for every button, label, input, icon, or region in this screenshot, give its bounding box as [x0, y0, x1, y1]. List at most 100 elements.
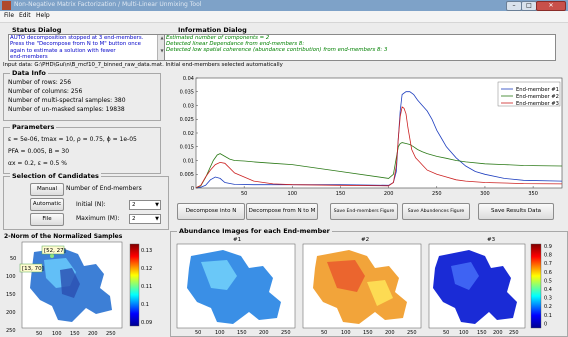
data-info-rows: Number of rows: 256: [8, 79, 72, 86]
norm-colorbar-ticks: 0.13 0.12 0.11 0.1 0.09: [141, 248, 152, 326]
chevron-down-icon: ▼: [155, 202, 159, 208]
initial-label: Initial (N):: [76, 201, 106, 208]
tick-label: 0.1: [141, 302, 149, 308]
tick-label: 0.9: [544, 244, 552, 250]
menu-file[interactable]: File: [4, 12, 14, 19]
save-results-data-button[interactable]: Save Results Data: [478, 203, 554, 220]
x-tick-label: 50: [241, 191, 247, 197]
tick-label: 200: [6, 310, 16, 316]
tick-label: 100: [459, 330, 469, 336]
decompose-n-to-m-button[interactable]: Decompose from N to M: [246, 203, 318, 220]
abundance-colorbar: [530, 243, 542, 329]
y-tick-label: 0.01: [183, 158, 194, 164]
tick-label: 0.7: [544, 261, 552, 267]
tick-label: 0.09: [141, 320, 152, 326]
file-button[interactable]: File: [30, 213, 64, 226]
tick-label: 250: [281, 330, 291, 336]
abundance-2-x-ticks: 50 100 150 200 250: [321, 330, 417, 336]
data-info-panel: Data Info Number of rows: 256 Number of …: [3, 69, 161, 121]
tick-label: 250: [509, 330, 519, 336]
tick-label: 0.13: [141, 248, 152, 254]
legend-entry: End-member #1: [516, 87, 559, 93]
info-line: Detected low spatial coherence (abundanc…: [166, 47, 388, 54]
status-line: end-members: [10, 54, 48, 61]
save-abundances-figure-button[interactable]: Save Abundences Figure: [402, 203, 470, 220]
status-dialog-text: AUTO decomposition stopped at 3 end-memb…: [8, 34, 166, 61]
y-tick-label: 0: [191, 186, 194, 192]
norm-image: [52, 27] [13, 70] 50 100 150 200 250 50 …: [6, 241, 152, 336]
close-button[interactable]: ✕: [536, 1, 566, 11]
maximum-label: Maximum (M):: [76, 215, 120, 222]
tick-label: 150: [70, 331, 80, 336]
abundance-colorbar-ticks: 0.9 0.8 0.7 0.6 0.5 0.4 0.3 0.2 0.1 0: [544, 244, 552, 327]
y-tick-label: 0.04: [183, 76, 194, 82]
abundance-title-2: #2: [361, 237, 369, 243]
menu-help[interactable]: Help: [36, 12, 50, 19]
parameters-line-2: PFA = 0.005, B = 30: [8, 148, 70, 155]
tick-label: 50: [443, 330, 449, 336]
candidates-title: Selection of Candidates: [10, 172, 101, 180]
norm-panel-title: 2-Norm of the Normalized Samples: [4, 233, 123, 240]
automatic-button[interactable]: Automatic: [30, 198, 64, 211]
input-data-label: Input data: G:\PHD\Gui\n\B_mcf10_7_binne…: [3, 62, 283, 68]
norm-colorbar: [129, 243, 140, 327]
endmember-spectra-chart: 0 0.005 0.01 0.015 0.02 0.025 0.03 0.035 0.04 50…: [180, 76, 563, 197]
maximum-select[interactable]: 2 ▼: [129, 214, 161, 224]
tick-label: 150: [237, 330, 247, 336]
data-info-samples: Number of multi-spectral samples: 380: [8, 97, 126, 104]
chevron-down-icon: ▼: [155, 216, 159, 222]
window-titlebar: Non-Negative Matrix Factorization / Mult…: [0, 0, 568, 11]
tick-label: 50: [321, 330, 327, 336]
tick-label: 0.1: [544, 313, 552, 319]
tick-label: 0.2: [544, 304, 552, 310]
manual-button[interactable]: Manual: [30, 183, 64, 196]
decompose-n-button[interactable]: Decompose into N: [177, 203, 245, 220]
parameters-panel: Parameters ε = 5e-06, tmax = 10, ρ = 0.7…: [3, 123, 161, 174]
maximum-select-value: 2: [132, 216, 136, 222]
window-title: Non-Negative Matrix Factorization / Mult…: [14, 1, 202, 8]
initial-select-value: 2: [132, 202, 136, 208]
tick-label: 250: [407, 330, 417, 336]
x-tick-label: 200: [384, 191, 394, 197]
data-info-columns: Number of columns: 256: [8, 88, 83, 95]
y-tick-label: 0.03: [183, 103, 194, 109]
data-info-unmasked: Number of un-masked samples: 19838: [8, 106, 125, 113]
tick-label: 0.8: [544, 253, 552, 259]
save-endmembers-figure-button[interactable]: Save End-members Figure: [330, 203, 398, 220]
maximize-button[interactable]: □: [521, 1, 537, 11]
tick-label: 50: [195, 330, 201, 336]
tick-label: 100: [215, 330, 225, 336]
abundance-title-1: #1: [233, 237, 241, 243]
y-tick-label: 0.02: [183, 131, 194, 137]
tick-label: 200: [88, 331, 98, 336]
parameters-line-3: αx = 0.2, ε = 0.5 %: [8, 160, 67, 167]
tick-label: 250: [6, 328, 16, 334]
tick-label: 200: [259, 330, 269, 336]
x-tick-label: 300: [480, 191, 490, 197]
tick-label: 250: [106, 331, 116, 336]
app-icon: [2, 1, 11, 10]
legend-entry: End-member #2: [516, 94, 559, 100]
abundance-1-x-ticks: 50 100 150 200 250: [195, 330, 291, 336]
abundance-3-x-ticks: 50 100 150 200 250: [443, 330, 519, 336]
tick-label: 150: [477, 330, 487, 336]
num-endmembers-label: Number of End-members: [66, 185, 142, 192]
minimize-button[interactable]: –: [506, 1, 522, 11]
abundance-panel: Abundance Images for each End-member #1 …: [170, 227, 568, 337]
y-tick-label: 0.005: [180, 172, 194, 178]
datatip-2-label: [13, 70]: [22, 266, 44, 272]
y-tick-label: 0.035: [180, 90, 194, 96]
chart-y-axis: 0 0.005 0.01 0.015 0.02 0.025 0.03 0.035 0.04: [180, 76, 198, 192]
tick-label: 0.5: [544, 278, 552, 284]
x-tick-label: 100: [288, 191, 298, 197]
tick-label: 200: [385, 330, 395, 336]
parameters-title: Parameters: [10, 123, 57, 131]
tick-label: 200: [493, 330, 503, 336]
initial-select[interactable]: 2 ▼: [129, 200, 161, 210]
data-info-title: Data Info: [10, 69, 48, 77]
menu-edit[interactable]: Edit: [19, 12, 31, 19]
tick-label: 150: [363, 330, 373, 336]
menu-bar: File Edit Help: [0, 11, 568, 23]
chart-legend: End-member #1End-member #2End-member #3: [497, 81, 561, 107]
legend-entry: End-member #3: [516, 101, 559, 107]
